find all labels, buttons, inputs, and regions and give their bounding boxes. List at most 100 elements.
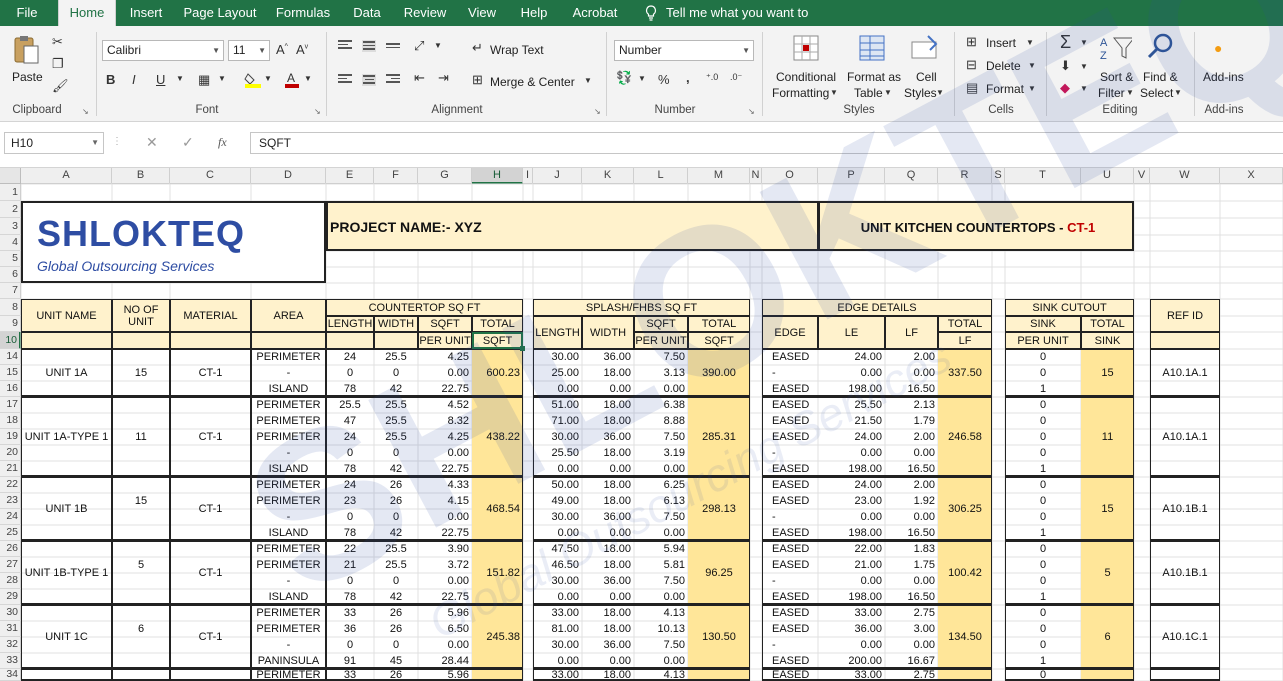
no-of-unit-cell[interactable]: 5: [112, 557, 170, 573]
splash-sqft-cell[interactable]: 5.81: [634, 557, 688, 573]
area-cell[interactable]: -: [251, 573, 326, 589]
clear-icon[interactable]: ◆: [1060, 80, 1070, 96]
add-ins-icon[interactable]: ●: [1214, 40, 1222, 56]
area-cell[interactable]: PANINSULA: [251, 653, 326, 669]
fill-color-dropdown-icon[interactable]: ▼: [264, 74, 272, 83]
delete-cells-button[interactable]: Delete: [986, 59, 1021, 73]
le-cell[interactable]: 198.00: [818, 525, 885, 541]
bold-button[interactable]: B: [106, 72, 115, 87]
tab-formulas[interactable]: Formulas: [270, 0, 336, 26]
length-cell[interactable]: 91: [326, 653, 374, 669]
splash-sqft-cell[interactable]: 8.88: [634, 413, 688, 429]
edge-total-cell[interactable]: 134.50: [938, 605, 992, 669]
splash-length-cell[interactable]: 81.00: [533, 621, 582, 637]
autosum-icon[interactable]: Σ: [1060, 32, 1071, 53]
lf-cell[interactable]: 2.75: [885, 605, 938, 621]
header-per-unit[interactable]: PER UNIT: [418, 332, 472, 349]
sink-per-unit-cell[interactable]: 0: [1005, 349, 1081, 365]
format-as-table-icon[interactable]: [858, 34, 888, 67]
ref-id-cell[interactable]: A10.1B.1: [1150, 541, 1220, 605]
autosum-dropdown-icon[interactable]: ▼: [1080, 38, 1088, 47]
splash-width-cell[interactable]: 0.00: [582, 525, 634, 541]
selected-cell-h10[interactable]: [472, 332, 523, 349]
material-cell[interactable]: [170, 669, 251, 681]
le-cell[interactable]: 24.00: [818, 429, 885, 445]
length-cell[interactable]: 0: [326, 637, 374, 653]
edge-cell[interactable]: EASED: [762, 589, 818, 605]
sqft-cell[interactable]: 3.72: [418, 557, 472, 573]
area-cell[interactable]: PERIMETER: [251, 621, 326, 637]
fill-icon[interactable]: ⬇: [1060, 58, 1071, 74]
splash-width-cell[interactable]: 18.00: [582, 669, 634, 681]
sqft-cell[interactable]: 0.00: [418, 445, 472, 461]
unit-name-cell[interactable]: UNIT 1B-TYPE 1: [21, 541, 112, 605]
align-center-icon[interactable]: [362, 74, 376, 86]
sink-per-unit-cell[interactable]: 0: [1005, 397, 1081, 413]
unit-name-cell[interactable]: UNIT 1A-TYPE 1: [21, 397, 112, 477]
width-cell[interactable]: 25.5: [374, 413, 418, 429]
area-cell[interactable]: -: [251, 509, 326, 525]
borders-dropdown-icon[interactable]: ▼: [218, 74, 226, 83]
edge-total-cell[interactable]: 100.42: [938, 541, 992, 605]
format-painter-icon[interactable]: 🖌: [52, 78, 69, 94]
no-of-unit-cell[interactable]: 11: [112, 429, 170, 445]
edge-cell[interactable]: EASED: [762, 397, 818, 413]
sqft-cell[interactable]: 0.00: [418, 365, 472, 381]
le-cell[interactable]: 24.00: [818, 477, 885, 493]
splash-sqft-cell[interactable]: 10.13: [634, 621, 688, 637]
lf-cell[interactable]: 1.92: [885, 493, 938, 509]
area-cell[interactable]: PERIMETER: [251, 605, 326, 621]
edge-cell[interactable]: -: [762, 509, 818, 525]
width-cell[interactable]: 0: [374, 365, 418, 381]
edge-cell[interactable]: EASED: [762, 557, 818, 573]
header-edge-total-lf[interactable]: LF: [938, 332, 992, 349]
number-launcher-icon[interactable]: ↘: [748, 107, 755, 116]
no-of-unit-cell[interactable]: 15: [112, 365, 170, 381]
format-as-table-label2[interactable]: Table: [854, 86, 883, 100]
edge-cell[interactable]: EASED: [762, 461, 818, 477]
splash-length-cell[interactable]: 30.00: [533, 509, 582, 525]
length-cell[interactable]: 23: [326, 493, 374, 509]
splash-sqft-cell[interactable]: 0.00: [634, 461, 688, 477]
le-cell[interactable]: 23.00: [818, 493, 885, 509]
delete-dropdown-icon[interactable]: ▼: [1028, 61, 1036, 70]
enter-icon[interactable]: ✓: [182, 134, 194, 151]
lf-cell[interactable]: 0.00: [885, 509, 938, 525]
lf-cell[interactable]: 16.50: [885, 381, 938, 397]
splash-width-cell[interactable]: 36.00: [582, 429, 634, 445]
width-cell[interactable]: 26: [374, 669, 418, 681]
splash-width-cell[interactable]: 18.00: [582, 605, 634, 621]
sort-dropdown-icon[interactable]: ▼: [1126, 88, 1134, 97]
ref-id-cell[interactable]: A10.1C.1: [1150, 605, 1220, 669]
insert-cells-icon[interactable]: ⊞: [966, 34, 977, 50]
width-cell[interactable]: 26: [374, 605, 418, 621]
width-cell[interactable]: 25.5: [374, 429, 418, 445]
conditional-dropdown-icon[interactable]: ▼: [830, 88, 838, 97]
decrease-font-icon[interactable]: Av: [296, 42, 308, 57]
cell-styles-dropdown-icon[interactable]: ▼: [936, 88, 944, 97]
insert-function-button[interactable]: fx: [218, 135, 227, 150]
length-cell[interactable]: 24: [326, 349, 374, 365]
sink-per-unit-cell[interactable]: 0: [1005, 557, 1081, 573]
cut-icon[interactable]: ✂: [52, 34, 63, 50]
width-cell[interactable]: 42: [374, 381, 418, 397]
width-cell[interactable]: 0: [374, 445, 418, 461]
cancel-icon[interactable]: ✕: [146, 134, 158, 151]
splash-length-cell[interactable]: 46.50: [533, 557, 582, 573]
splash-total-cell[interactable]: [688, 669, 750, 681]
area-cell[interactable]: -: [251, 637, 326, 653]
area-cell[interactable]: PERIMETER: [251, 413, 326, 429]
splash-width-cell[interactable]: 0.00: [582, 461, 634, 477]
lf-cell[interactable]: 0.00: [885, 637, 938, 653]
tab-acrobat[interactable]: Acrobat: [564, 0, 626, 26]
splash-width-cell[interactable]: 18.00: [582, 365, 634, 381]
splash-length-cell[interactable]: 71.00: [533, 413, 582, 429]
sink-total-cell[interactable]: [1081, 669, 1134, 681]
width-cell[interactable]: 25.5: [374, 397, 418, 413]
sqft-cell[interactable]: 22.75: [418, 381, 472, 397]
sink-per-unit-cell[interactable]: 0: [1005, 413, 1081, 429]
edge-cell[interactable]: -: [762, 637, 818, 653]
sink-per-unit-cell[interactable]: 0: [1005, 509, 1081, 525]
header-splash-sqft[interactable]: SQFT: [634, 316, 688, 332]
font-launcher-icon[interactable]: ↘: [314, 107, 321, 116]
